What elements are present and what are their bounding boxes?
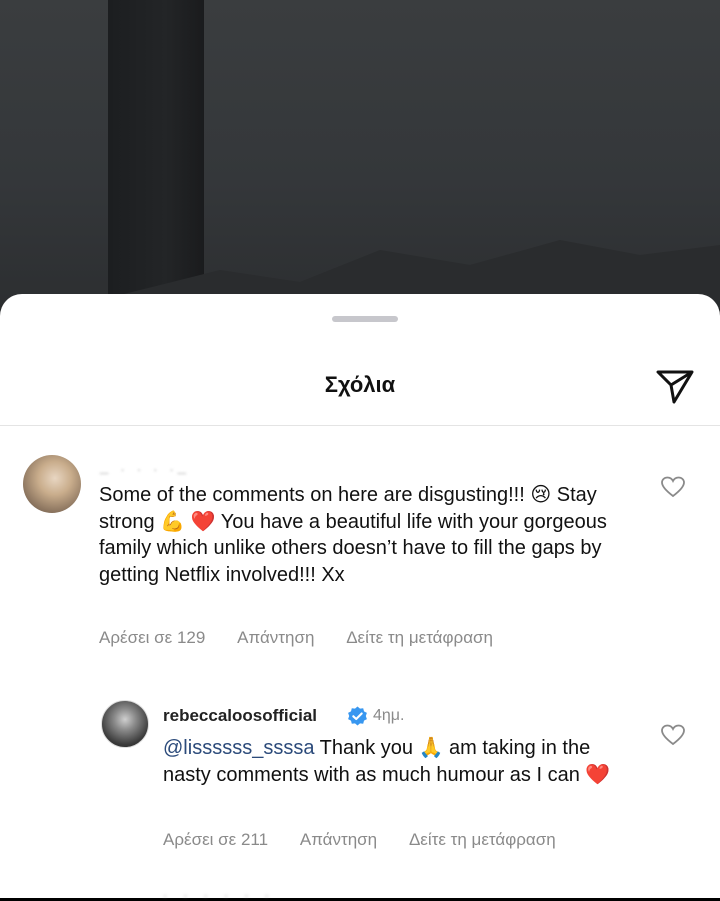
- reply-username[interactable]: rebeccaloosofficial: [163, 706, 317, 726]
- avatar[interactable]: [101, 700, 149, 748]
- heart-icon[interactable]: [661, 476, 685, 498]
- comment-text: Some of the comments on here are disgust…: [99, 484, 607, 586]
- mention-link[interactable]: @lissssss_ssssa: [163, 737, 314, 759]
- heart-icon[interactable]: [661, 724, 685, 746]
- translate-link[interactable]: Δείτε τη μετάφραση: [346, 628, 493, 647]
- reply-button[interactable]: Απάντηση: [300, 830, 377, 849]
- reply-button[interactable]: Απάντηση: [237, 628, 314, 647]
- comments-sheet: Σχόλια _ . . . ._ Some of the comments o…: [0, 294, 720, 901]
- comment-meta: Αρέσει σε 129 Απάντηση Δείτε τη μετάφρασ…: [99, 628, 521, 648]
- reply-time: 4ημ.: [373, 707, 405, 724]
- header-divider: [0, 425, 720, 426]
- likes-count[interactable]: Αρέσει σε 129: [99, 628, 205, 647]
- reply-meta: Αρέσει σε 211 Απάντηση Δείτε τη μετάφρασ…: [163, 830, 584, 850]
- comment-username[interactable]: _ . . . ._: [100, 458, 190, 475]
- sheet-grabber[interactable]: [332, 316, 398, 322]
- background-photo: [0, 0, 720, 330]
- avatar[interactable]: [23, 455, 81, 513]
- next-comment-partial: . . . . . .: [163, 884, 275, 901]
- sheet-title: Σχόλια: [324, 372, 396, 397]
- paper-plane-icon[interactable]: [654, 364, 696, 406]
- translate-link[interactable]: Δείτε τη μετάφραση: [409, 830, 556, 849]
- reply-text: @lissssss_ssssa Thank you 🙏 am taking in…: [163, 735, 643, 788]
- likes-count[interactable]: Αρέσει σε 211: [163, 830, 268, 849]
- verified-badge-icon: [348, 706, 367, 726]
